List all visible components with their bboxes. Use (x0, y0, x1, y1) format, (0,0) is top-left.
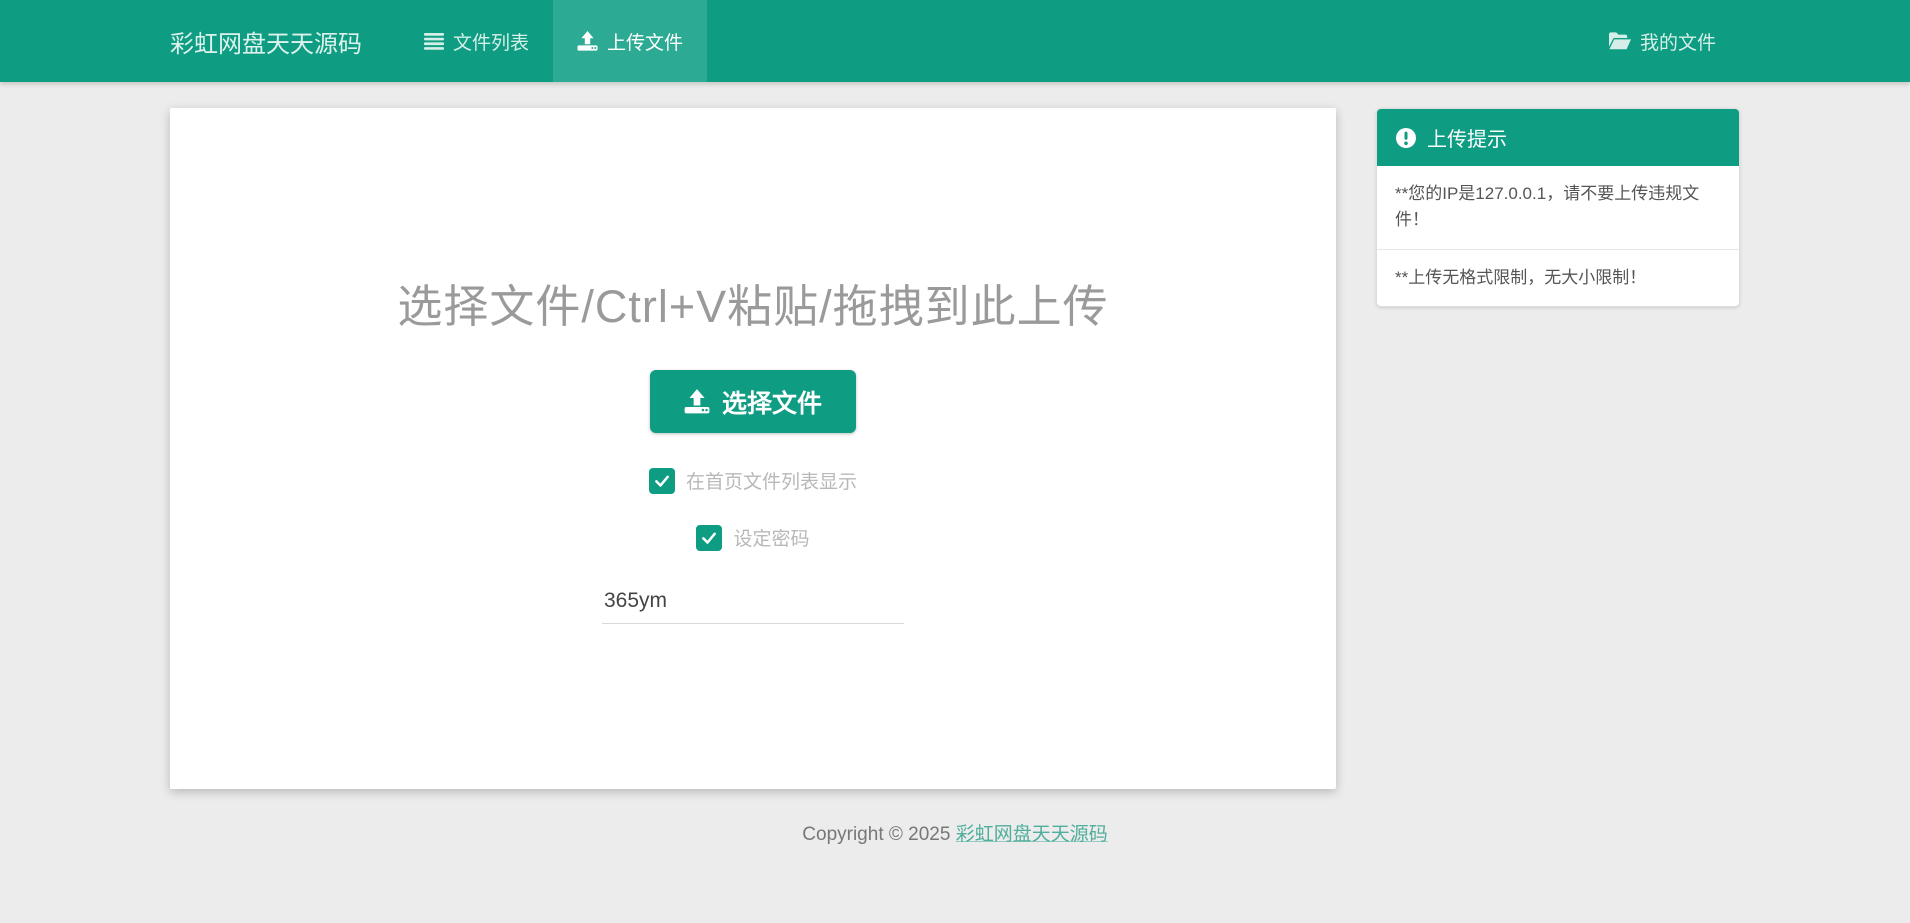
list-icon (424, 33, 444, 50)
tips-panel-title: 上传提示 (1427, 123, 1507, 152)
show-in-list-checkbox[interactable]: 在首页文件列表显示 (649, 467, 857, 494)
navbar: 彩虹网盘天天源码 文件列表 上传文件 (0, 0, 1910, 82)
footer-site-link[interactable]: 彩虹网盘天天源码 (956, 824, 1108, 845)
nav-item-label: 我的文件 (1640, 28, 1716, 55)
choose-file-button-label: 选择文件 (722, 384, 822, 420)
show-in-list-label: 在首页文件列表显示 (686, 467, 857, 494)
set-password-checkbox[interactable]: 设定密码 (696, 524, 809, 551)
folder-open-icon (1608, 32, 1631, 50)
nav-item-label: 上传文件 (607, 28, 683, 55)
drop-zone-headline: 选择文件/Ctrl+V粘贴/拖拽到此上传 (397, 280, 1108, 334)
upload-tips-panel: 上传提示 **您的IP是127.0.0.1，请不要上传违规文件！ **上传无格式… (1376, 108, 1740, 307)
password-input[interactable] (602, 583, 904, 624)
main-content: 选择文件/Ctrl+V粘贴/拖拽到此上传 选择文件 在首页文件列表显示 (170, 108, 1740, 789)
nav-item-upload[interactable]: 上传文件 (553, 0, 707, 82)
upload-icon (577, 31, 598, 51)
exclamation-circle-icon (1395, 127, 1417, 149)
set-password-label: 设定密码 (733, 524, 809, 551)
copyright-text: Copyright © 2025 (802, 824, 955, 845)
upload-drop-zone[interactable]: 选择文件/Ctrl+V粘贴/拖拽到此上传 选择文件 在首页文件列表显示 (170, 108, 1336, 789)
tips-item-ip: **您的IP是127.0.0.1，请不要上传违规文件！ (1377, 166, 1739, 249)
footer: Copyright © 2025 彩虹网盘天天源码 (0, 819, 1910, 846)
nav-item-my-files[interactable]: 我的文件 (1584, 0, 1740, 82)
upload-icon (684, 389, 710, 414)
choose-file-button[interactable]: 选择文件 (650, 370, 856, 433)
nav-item-label: 文件列表 (453, 28, 529, 55)
navbar-container: 彩虹网盘天天源码 文件列表 上传文件 (170, 0, 1740, 82)
checkbox-checked-icon (649, 468, 675, 494)
nav-item-file-list[interactable]: 文件列表 (400, 0, 553, 82)
tips-panel-header: 上传提示 (1377, 109, 1739, 166)
tips-item-limits: **上传无格式限制，无大小限制！ (1377, 249, 1739, 306)
brand-link[interactable]: 彩虹网盘天天源码 (170, 24, 362, 59)
checkbox-checked-icon (696, 525, 722, 551)
